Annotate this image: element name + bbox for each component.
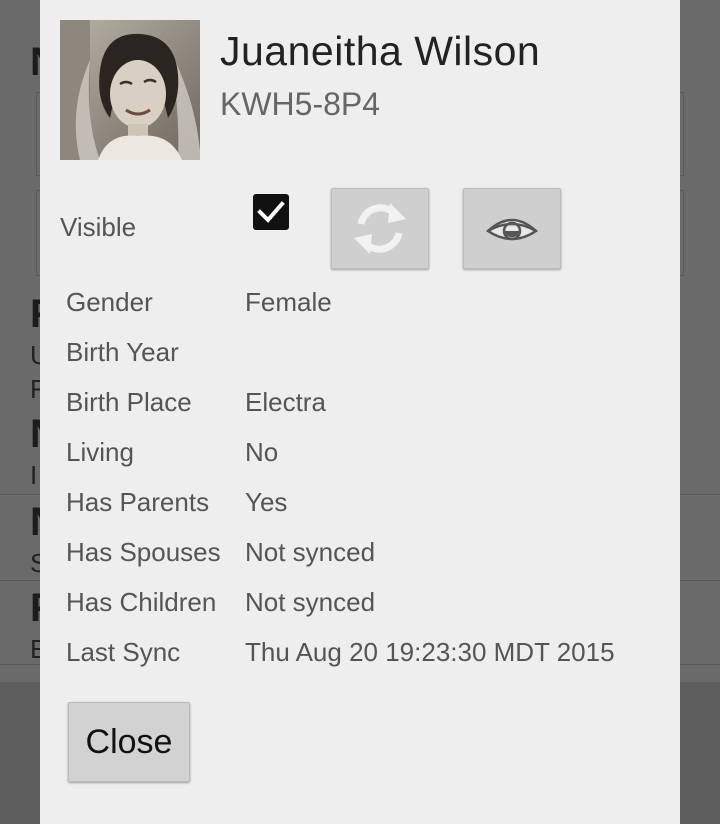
sync-button[interactable] bbox=[331, 188, 429, 269]
person-name: Juaneitha Wilson bbox=[220, 28, 541, 74]
detail-value: Not synced bbox=[245, 587, 376, 617]
bg-fragment: I bbox=[30, 460, 38, 490]
visible-label: Visible bbox=[60, 212, 137, 242]
refresh-icon bbox=[354, 203, 406, 254]
detail-value: Not synced bbox=[245, 537, 376, 567]
view-button[interactable] bbox=[463, 188, 561, 269]
detail-value: Female bbox=[245, 287, 332, 317]
detail-value: Thu Aug 20 19:23:30 MDT 2015 bbox=[245, 637, 615, 667]
portrait-photo-icon bbox=[60, 20, 200, 160]
detail-label: Birth Place bbox=[66, 387, 192, 417]
detail-label: Gender bbox=[66, 287, 153, 317]
detail-label: Has Spouses bbox=[66, 537, 221, 567]
checkmark-icon bbox=[257, 201, 285, 223]
detail-label: Has Parents bbox=[66, 487, 210, 517]
detail-value: No bbox=[245, 437, 279, 467]
close-button[interactable]: Close bbox=[68, 702, 190, 782]
detail-label: Birth Year bbox=[66, 337, 179, 367]
person-id: KWH5-8P4 bbox=[220, 86, 381, 122]
person-photo bbox=[60, 20, 200, 160]
eye-icon bbox=[485, 218, 539, 241]
detail-value: Yes bbox=[245, 487, 288, 517]
detail-label: Living bbox=[66, 437, 134, 467]
visible-checkbox[interactable] bbox=[253, 194, 289, 230]
detail-label: Has Children bbox=[66, 587, 217, 617]
detail-label: Last Sync bbox=[66, 637, 181, 667]
detail-value: Electra bbox=[245, 387, 326, 417]
person-details-dialog: Juaneitha Wilson KWH5-8P4 Visible Gender… bbox=[40, 0, 680, 824]
